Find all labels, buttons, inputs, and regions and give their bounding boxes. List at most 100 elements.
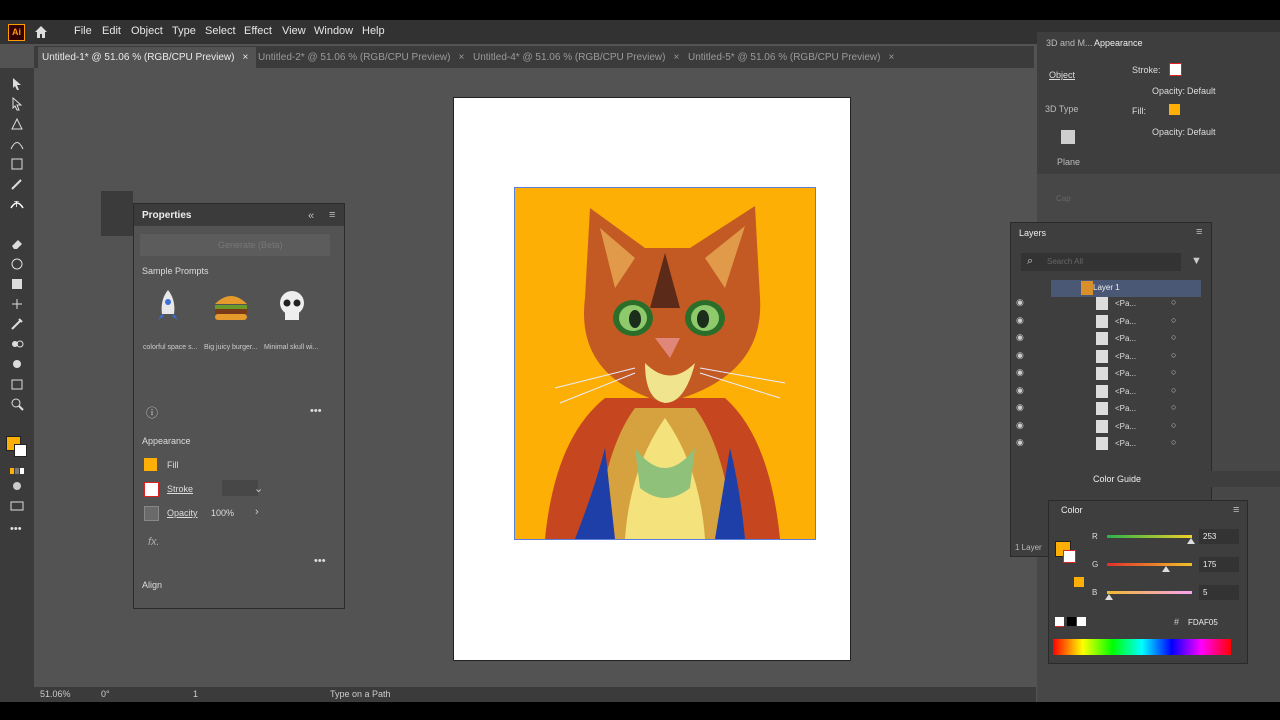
sublayer-row[interactable]: ◉ <Pa... ○: [1016, 349, 1196, 365]
target-icon[interactable]: ○: [1171, 385, 1176, 395]
collapse-icon[interactable]: «: [308, 210, 314, 222]
color-spectrum[interactable]: [1053, 639, 1231, 655]
screen-mode-icon[interactable]: [9, 498, 25, 514]
layer-name[interactable]: Layer 1: [1093, 283, 1120, 292]
target-icon[interactable]: ○: [1171, 367, 1176, 377]
blend-tool-icon[interactable]: [9, 336, 25, 352]
tab-untitled-1[interactable]: Untitled-1* @ 51.06 % (RGB/CPU Preview) ×: [38, 47, 256, 68]
stroke-row-label[interactable]: Stroke:: [1132, 65, 1161, 75]
pen-tool-icon[interactable]: [9, 116, 25, 132]
burger-icon[interactable]: [212, 290, 250, 322]
sublayer-name[interactable]: <Pa...: [1115, 439, 1136, 448]
sublayer-name[interactable]: <Pa...: [1115, 422, 1136, 431]
sublayer-name[interactable]: <Pa...: [1115, 404, 1136, 413]
sublayer-name[interactable]: <Pa...: [1115, 317, 1136, 326]
stroke-weight-input[interactable]: [222, 480, 258, 496]
none-swatch[interactable]: [1055, 617, 1064, 627]
eye-icon[interactable]: ◉: [1016, 420, 1024, 431]
panel-menu-icon[interactable]: ≡: [1196, 226, 1202, 238]
eraser-tool-icon[interactable]: [9, 236, 25, 252]
opacity-row-label[interactable]: Opacity:: [1152, 86, 1185, 96]
stroke-link[interactable]: Stroke: [167, 484, 193, 494]
opacity-value[interactable]: 100%: [211, 508, 234, 518]
target-icon[interactable]: ○: [1171, 350, 1176, 360]
layers-search-input[interactable]: Search All: [1021, 253, 1181, 271]
menu-edit[interactable]: Edit: [102, 25, 121, 37]
close-icon[interactable]: ×: [458, 52, 464, 63]
skull-icon[interactable]: [274, 288, 310, 324]
eye-icon[interactable]: ◉: [1016, 367, 1024, 378]
menu-effect[interactable]: Effect: [244, 25, 272, 37]
object-tab[interactable]: Object: [1049, 70, 1075, 80]
eyedropper-tool-icon[interactable]: [9, 316, 25, 332]
white-swatch[interactable]: [1077, 617, 1086, 626]
more-tools-icon[interactable]: •••: [10, 523, 22, 535]
hex-value[interactable]: FDAF05: [1188, 618, 1218, 627]
target-icon[interactable]: ○: [1171, 315, 1176, 325]
width-tool-icon[interactable]: [9, 296, 25, 312]
opacity-link[interactable]: Opacity: [167, 508, 198, 518]
menu-file[interactable]: File: [74, 25, 92, 37]
zoom-tool-icon[interactable]: [9, 396, 25, 412]
more-icon[interactable]: •••: [314, 555, 326, 567]
out-of-gamut-swatch[interactable]: [1074, 577, 1084, 587]
curvature-tool-icon[interactable]: [9, 136, 25, 152]
direct-selection-tool-icon[interactable]: [9, 96, 25, 112]
filter-icon[interactable]: ▼: [1191, 255, 1202, 267]
chevron-right-icon[interactable]: ›: [255, 506, 259, 518]
close-icon[interactable]: ×: [888, 52, 894, 63]
eye-icon[interactable]: ◉: [1016, 402, 1024, 413]
panel-menu-icon[interactable]: ≡: [329, 209, 335, 221]
sublayer-row[interactable]: ◉ <Pa... ○: [1016, 419, 1196, 435]
prompt-label[interactable]: colorful space s...: [143, 344, 197, 351]
panel-header-strip[interactable]: [101, 191, 133, 203]
r-slider-thumb[interactable]: [1187, 538, 1196, 544]
tab-3d-materials[interactable]: 3D and M...: [1046, 38, 1093, 48]
sublayer-name[interactable]: <Pa...: [1115, 299, 1136, 308]
stroke-swatch[interactable]: [1063, 550, 1076, 563]
stroke-swatch[interactable]: [144, 482, 159, 497]
draw-mode-icon[interactable]: [9, 478, 25, 494]
rectangle-tool-icon[interactable]: [9, 156, 25, 172]
sublayer-name[interactable]: <Pa...: [1115, 334, 1136, 343]
plane-icon[interactable]: [1061, 130, 1075, 144]
sublayer-row[interactable]: ◉ <Pa... ○: [1016, 366, 1196, 382]
info-icon[interactable]: ⓘ: [146, 404, 158, 421]
selection-tool-icon[interactable]: [9, 76, 25, 92]
type-on-path-tool-icon[interactable]: T: [9, 196, 25, 212]
tab-untitled-4[interactable]: Untitled-4* @ 51.06 % (RGB/CPU Preview) ×: [469, 47, 687, 68]
sublayer-row[interactable]: ◉ <Pa... ○: [1016, 296, 1196, 312]
b-slider-thumb[interactable]: [1104, 594, 1113, 600]
sublayer-row[interactable]: ◉ <Pa... ○: [1016, 384, 1196, 400]
eye-icon[interactable]: ◉: [1016, 315, 1024, 326]
target-icon[interactable]: ○: [1171, 332, 1176, 342]
target-icon[interactable]: ○: [1171, 437, 1176, 447]
fill-swatch[interactable]: [144, 458, 157, 471]
r-slider[interactable]: [1107, 535, 1192, 538]
generate-button[interactable]: Generate (Beta): [140, 234, 330, 256]
sublayer-name[interactable]: <Pa...: [1115, 352, 1136, 361]
color-mode-icon[interactable]: [9, 463, 25, 479]
menu-type[interactable]: Type: [172, 25, 196, 37]
opacity-row-label[interactable]: Opacity:: [1152, 127, 1185, 137]
symbol-sprayer-tool-icon[interactable]: [9, 356, 25, 372]
fill-row-label[interactable]: Fill:: [1132, 106, 1146, 116]
b-value-input[interactable]: 5: [1199, 585, 1239, 600]
sublayer-name[interactable]: <Pa...: [1115, 369, 1136, 378]
target-icon[interactable]: ○: [1171, 297, 1176, 307]
eye-icon[interactable]: ◉: [1016, 332, 1024, 343]
menu-help[interactable]: Help: [362, 25, 385, 37]
sublayer-name[interactable]: <Pa...: [1115, 387, 1136, 396]
r-value-input[interactable]: 253: [1199, 529, 1239, 544]
rocket-icon[interactable]: [152, 288, 184, 324]
color-guide-title[interactable]: Color Guide: [1093, 474, 1141, 484]
sublayer-row[interactable]: ◉ <Pa... ○: [1016, 331, 1196, 347]
properties-collapsed-icon[interactable]: [101, 203, 133, 236]
paintbrush-tool-icon[interactable]: [9, 176, 25, 192]
opacity-swatch[interactable]: [144, 506, 159, 521]
tab-untitled-2[interactable]: Untitled-2* @ 51.06 % (RGB/CPU Preview) ×: [254, 47, 470, 68]
g-slider-thumb[interactable]: [1161, 566, 1170, 572]
rotation-value[interactable]: 0°: [101, 689, 110, 699]
close-icon[interactable]: ×: [242, 52, 248, 63]
tab-untitled-5[interactable]: Untitled-5* @ 51.06 % (RGB/CPU Preview) ×: [684, 47, 902, 68]
